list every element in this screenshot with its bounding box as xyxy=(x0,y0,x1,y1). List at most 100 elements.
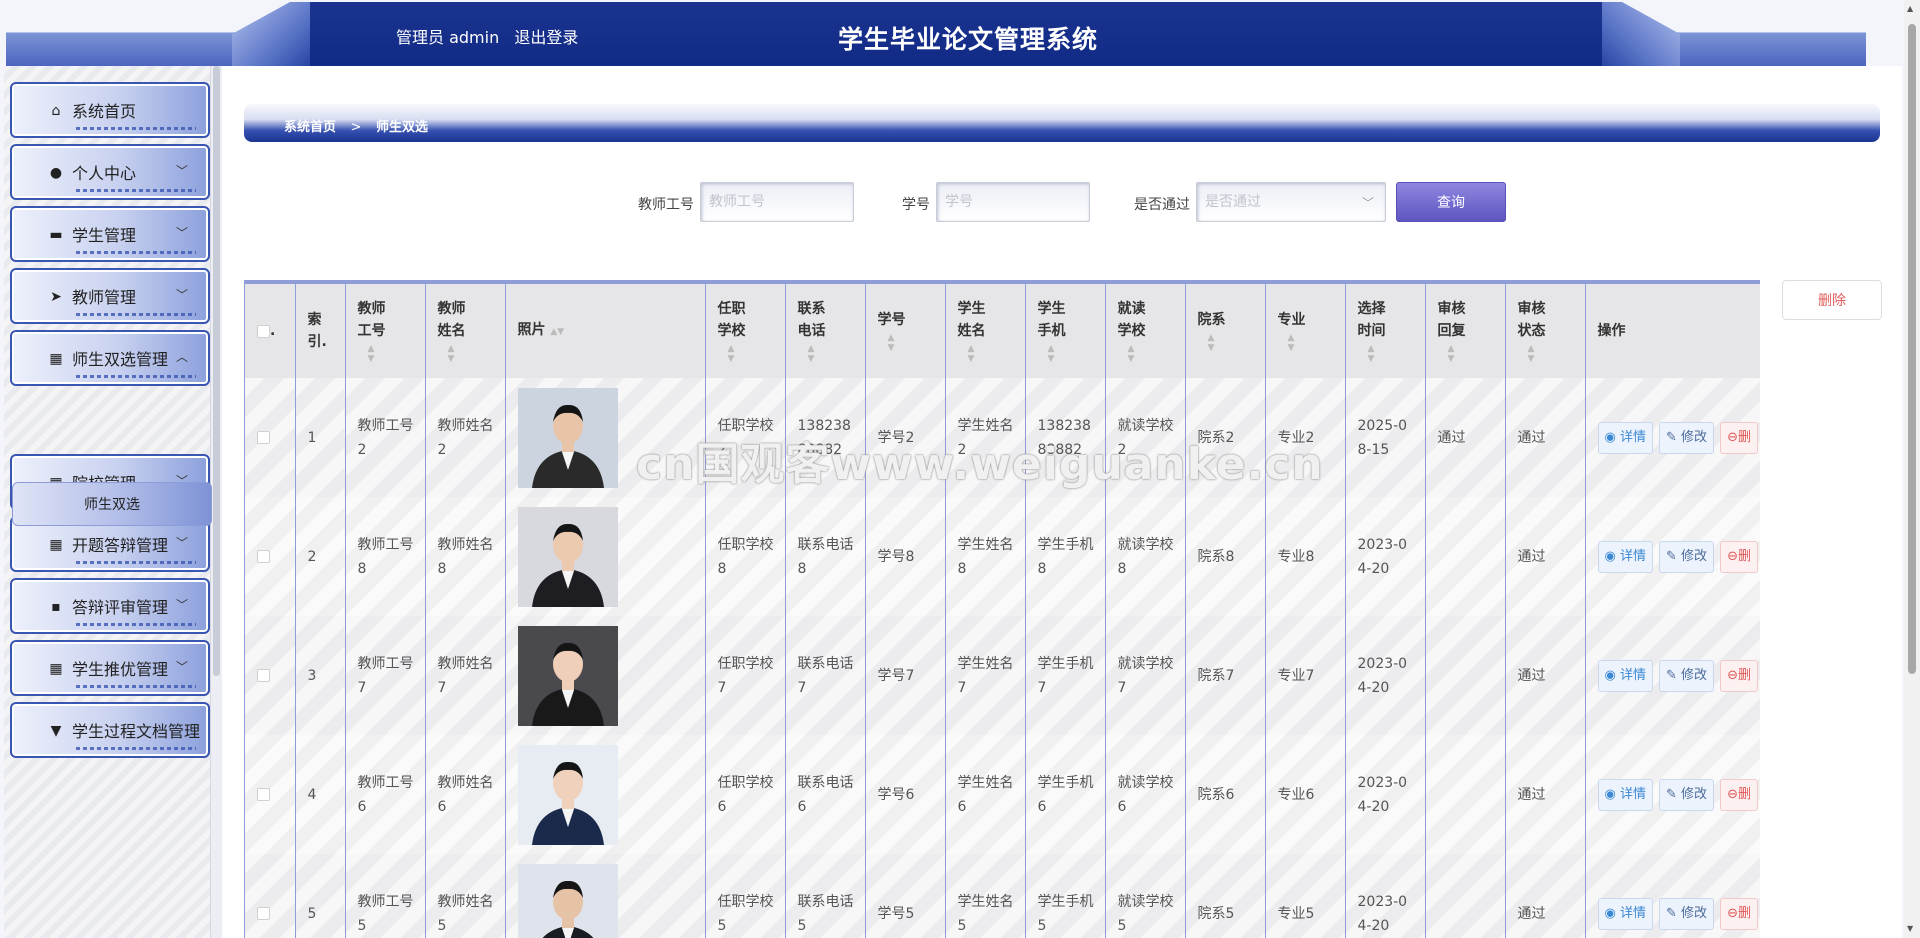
cell-text: 学号5 xyxy=(877,905,915,922)
sort-icon[interactable]: ▲▼ xyxy=(718,344,785,364)
header-student-school[interactable]: 就读 学校 ▲ ▼ xyxy=(1105,284,1186,378)
cell-department: 院系7 xyxy=(1185,616,1266,735)
row-checkbox-cell[interactable] xyxy=(245,735,296,854)
sort-icon[interactable]: ▲▼ xyxy=(1518,344,1585,364)
teacher-photo[interactable] xyxy=(517,387,618,488)
passed-select[interactable] xyxy=(1196,182,1386,222)
teacher-photo[interactable] xyxy=(517,625,618,726)
cell-text: 教师姓名5 xyxy=(437,893,494,934)
sidebar-item-2[interactable]: ▬ 学生管理 ﹀ xyxy=(10,206,210,262)
cell-index: 3 xyxy=(295,616,346,735)
delete-label: 删 xyxy=(1737,667,1751,683)
cell-text: 教师姓名8 xyxy=(437,536,494,577)
header-department[interactable]: 院系 ▲ ▼ xyxy=(1185,284,1266,378)
header-select-time[interactable]: 选择 时间 ▲ ▼ xyxy=(1345,284,1426,378)
batch-delete-button[interactable]: 删除 xyxy=(1782,280,1882,320)
sidebar-item-1[interactable]: ● 个人中心 ﹀ xyxy=(10,144,210,200)
eye-icon: ◉ xyxy=(1604,429,1616,445)
row-checkbox[interactable] xyxy=(257,431,270,444)
scroll-up-icon[interactable]: ▲ xyxy=(1907,4,1913,13)
table-row[interactable]: 2 教师工号8 教师姓名8 任职学校8 联系电话8 学号8 学生姓名8 学生手机8 就读学校8 院… xyxy=(245,497,1760,616)
row-checkbox[interactable] xyxy=(257,550,270,563)
sort-icon[interactable]: ▲▼ xyxy=(878,333,945,353)
table-row[interactable]: 1 教师工号2 教师姓名2 任职学校2 13823888882 学号2 学生姓名2 13823… xyxy=(245,378,1760,497)
detail-button[interactable]: ◉ 详情 xyxy=(1597,897,1653,930)
sort-icon[interactable]: ▲▼ xyxy=(958,344,1025,364)
header-teacher-id[interactable]: 教师 工号 ▲ ▼ xyxy=(345,284,426,378)
sort-icon[interactable]: ▲▼ xyxy=(798,344,865,364)
header-student-phone-label: 学生 手机 xyxy=(1037,301,1066,339)
header-student-phone[interactable]: 学生 手机 ▲ ▼ xyxy=(1025,284,1106,378)
edit-button[interactable]: ✎ 修改 xyxy=(1659,897,1715,930)
query-button[interactable]: 查询 xyxy=(1396,182,1506,222)
edit-button[interactable]: ✎ 修改 xyxy=(1659,540,1715,573)
teacher-photo[interactable] xyxy=(517,863,618,938)
delete-row-button[interactable]: ⊖删 xyxy=(1720,421,1758,454)
cell-school: 任职学校8 xyxy=(705,497,786,616)
row-checkbox[interactable] xyxy=(257,788,270,801)
teacher-photo[interactable] xyxy=(517,744,618,845)
header-phone[interactable]: 联系 电话 ▲ ▼ xyxy=(785,284,866,378)
table-row[interactable]: 3 教师工号7 教师姓名7 任职学校7 联系电话7 学号7 学生姓名7 学生手机7 就读学校7 院… xyxy=(245,616,1760,735)
student-id-input[interactable] xyxy=(936,182,1090,222)
header-review-status[interactable]: 审核 状态 ▲ ▼ xyxy=(1505,284,1586,378)
detail-button[interactable]: ◉ 详情 xyxy=(1597,778,1653,811)
cell-text: 联系电话8 xyxy=(797,536,854,577)
delete-row-button[interactable]: ⊖删 xyxy=(1720,897,1758,930)
sort-icon[interactable]: ▲▼ xyxy=(1438,344,1505,364)
sort-icon[interactable]: ▲▼ xyxy=(1038,344,1105,364)
minus-circle-icon: ⊖ xyxy=(1727,429,1738,445)
sidebar-scroll-thumb[interactable] xyxy=(213,66,220,676)
sort-icon[interactable]: ▲▼ xyxy=(1358,344,1425,364)
scroll-down-icon[interactable]: ▼ xyxy=(1907,924,1913,933)
sidebar-item-3[interactable]: ➤ 教师管理 ﹀ xyxy=(10,268,210,324)
detail-button[interactable]: ◉ 详情 xyxy=(1597,659,1653,692)
sidebar-item-9[interactable]: ▼ 学生过程文档管理 xyxy=(10,702,210,758)
logout-link[interactable]: 退出登录 xyxy=(514,28,578,47)
header-student-id[interactable]: 学号 ▲ ▼ xyxy=(865,284,946,378)
edit-button[interactable]: ✎ 修改 xyxy=(1659,421,1715,454)
header-photo[interactable]: 照片 ▲▼ xyxy=(505,284,706,378)
header-select-all[interactable]: . xyxy=(245,284,296,378)
sidebar-item-4[interactable]: ▦ 师生双选管理 ︿ xyxy=(10,330,210,386)
sidebar-subitem-teacher-student-selection[interactable]: 师生双选 xyxy=(12,482,212,526)
cell-student-school: 就读学校2 xyxy=(1105,378,1186,497)
header-review-reply[interactable]: 审核 回复 ▲ ▼ xyxy=(1425,284,1506,378)
row-checkbox[interactable] xyxy=(257,907,270,920)
detail-button[interactable]: ◉ 详情 xyxy=(1597,540,1653,573)
page-scrollbar[interactable]: ▲ ▼ xyxy=(1904,0,1920,938)
sort-icon[interactable]: ▲▼ xyxy=(550,327,564,337)
row-checkbox-cell[interactable] xyxy=(245,616,296,735)
sort-icon[interactable]: ▲▼ xyxy=(1118,344,1185,364)
edit-button[interactable]: ✎ 修改 xyxy=(1659,659,1715,692)
detail-button[interactable]: ◉ 详情 xyxy=(1597,421,1653,454)
sidebar-item-0[interactable]: ⌂ 系统首页 xyxy=(10,82,210,138)
delete-row-button[interactable]: ⊖删 xyxy=(1720,778,1758,811)
breadcrumb: 系统首页 > 师生双选 xyxy=(244,104,1880,142)
sort-icon[interactable]: ▲▼ xyxy=(358,344,425,364)
sort-icon[interactable]: ▲▼ xyxy=(1198,333,1265,353)
sidebar-item-7[interactable]: ▪ 答辩评审管理 ﹀ xyxy=(10,578,210,634)
header-student-name[interactable]: 学生 姓名 ▲ ▼ xyxy=(945,284,1026,378)
row-checkbox-cell[interactable] xyxy=(245,497,296,616)
page-scroll-thumb[interactable] xyxy=(1908,24,1916,674)
table-row[interactable]: 5 教师工号5 教师姓名5 任职学校5 联系电话5 学号5 学生姓名5 学生手机5 就读学校5 院… xyxy=(245,854,1760,938)
breadcrumb-home[interactable]: 系统首页 xyxy=(284,120,336,135)
delete-row-button[interactable]: ⊖删 xyxy=(1720,540,1758,573)
header-school[interactable]: 任职 学校 ▲ ▼ xyxy=(705,284,786,378)
sort-icon[interactable]: ▲▼ xyxy=(1278,333,1345,353)
sidebar-item-8[interactable]: ▦ 学生推优管理 ﹀ xyxy=(10,640,210,696)
edit-button[interactable]: ✎ 修改 xyxy=(1659,778,1715,811)
teacher-photo[interactable] xyxy=(517,506,618,607)
delete-row-button[interactable]: ⊖删 xyxy=(1720,659,1758,692)
row-checkbox-cell[interactable] xyxy=(245,378,296,497)
teacher-id-input[interactable] xyxy=(700,182,854,222)
table-row[interactable]: 4 教师工号6 教师姓名6 任职学校6 联系电话6 学号6 学生姓名6 学生手机6 就读学校6 院… xyxy=(245,735,1760,854)
row-checkbox-cell[interactable] xyxy=(245,854,296,938)
cell-student-id: 学号8 xyxy=(865,497,946,616)
header-major[interactable]: 专业 ▲ ▼ xyxy=(1265,284,1346,378)
row-checkbox[interactable] xyxy=(257,669,270,682)
sort-icon[interactable]: ▲▼ xyxy=(438,344,505,364)
header-teacher-name[interactable]: 教师 姓名 ▲ ▼ xyxy=(425,284,506,378)
select-all-checkbox[interactable] xyxy=(257,324,270,338)
